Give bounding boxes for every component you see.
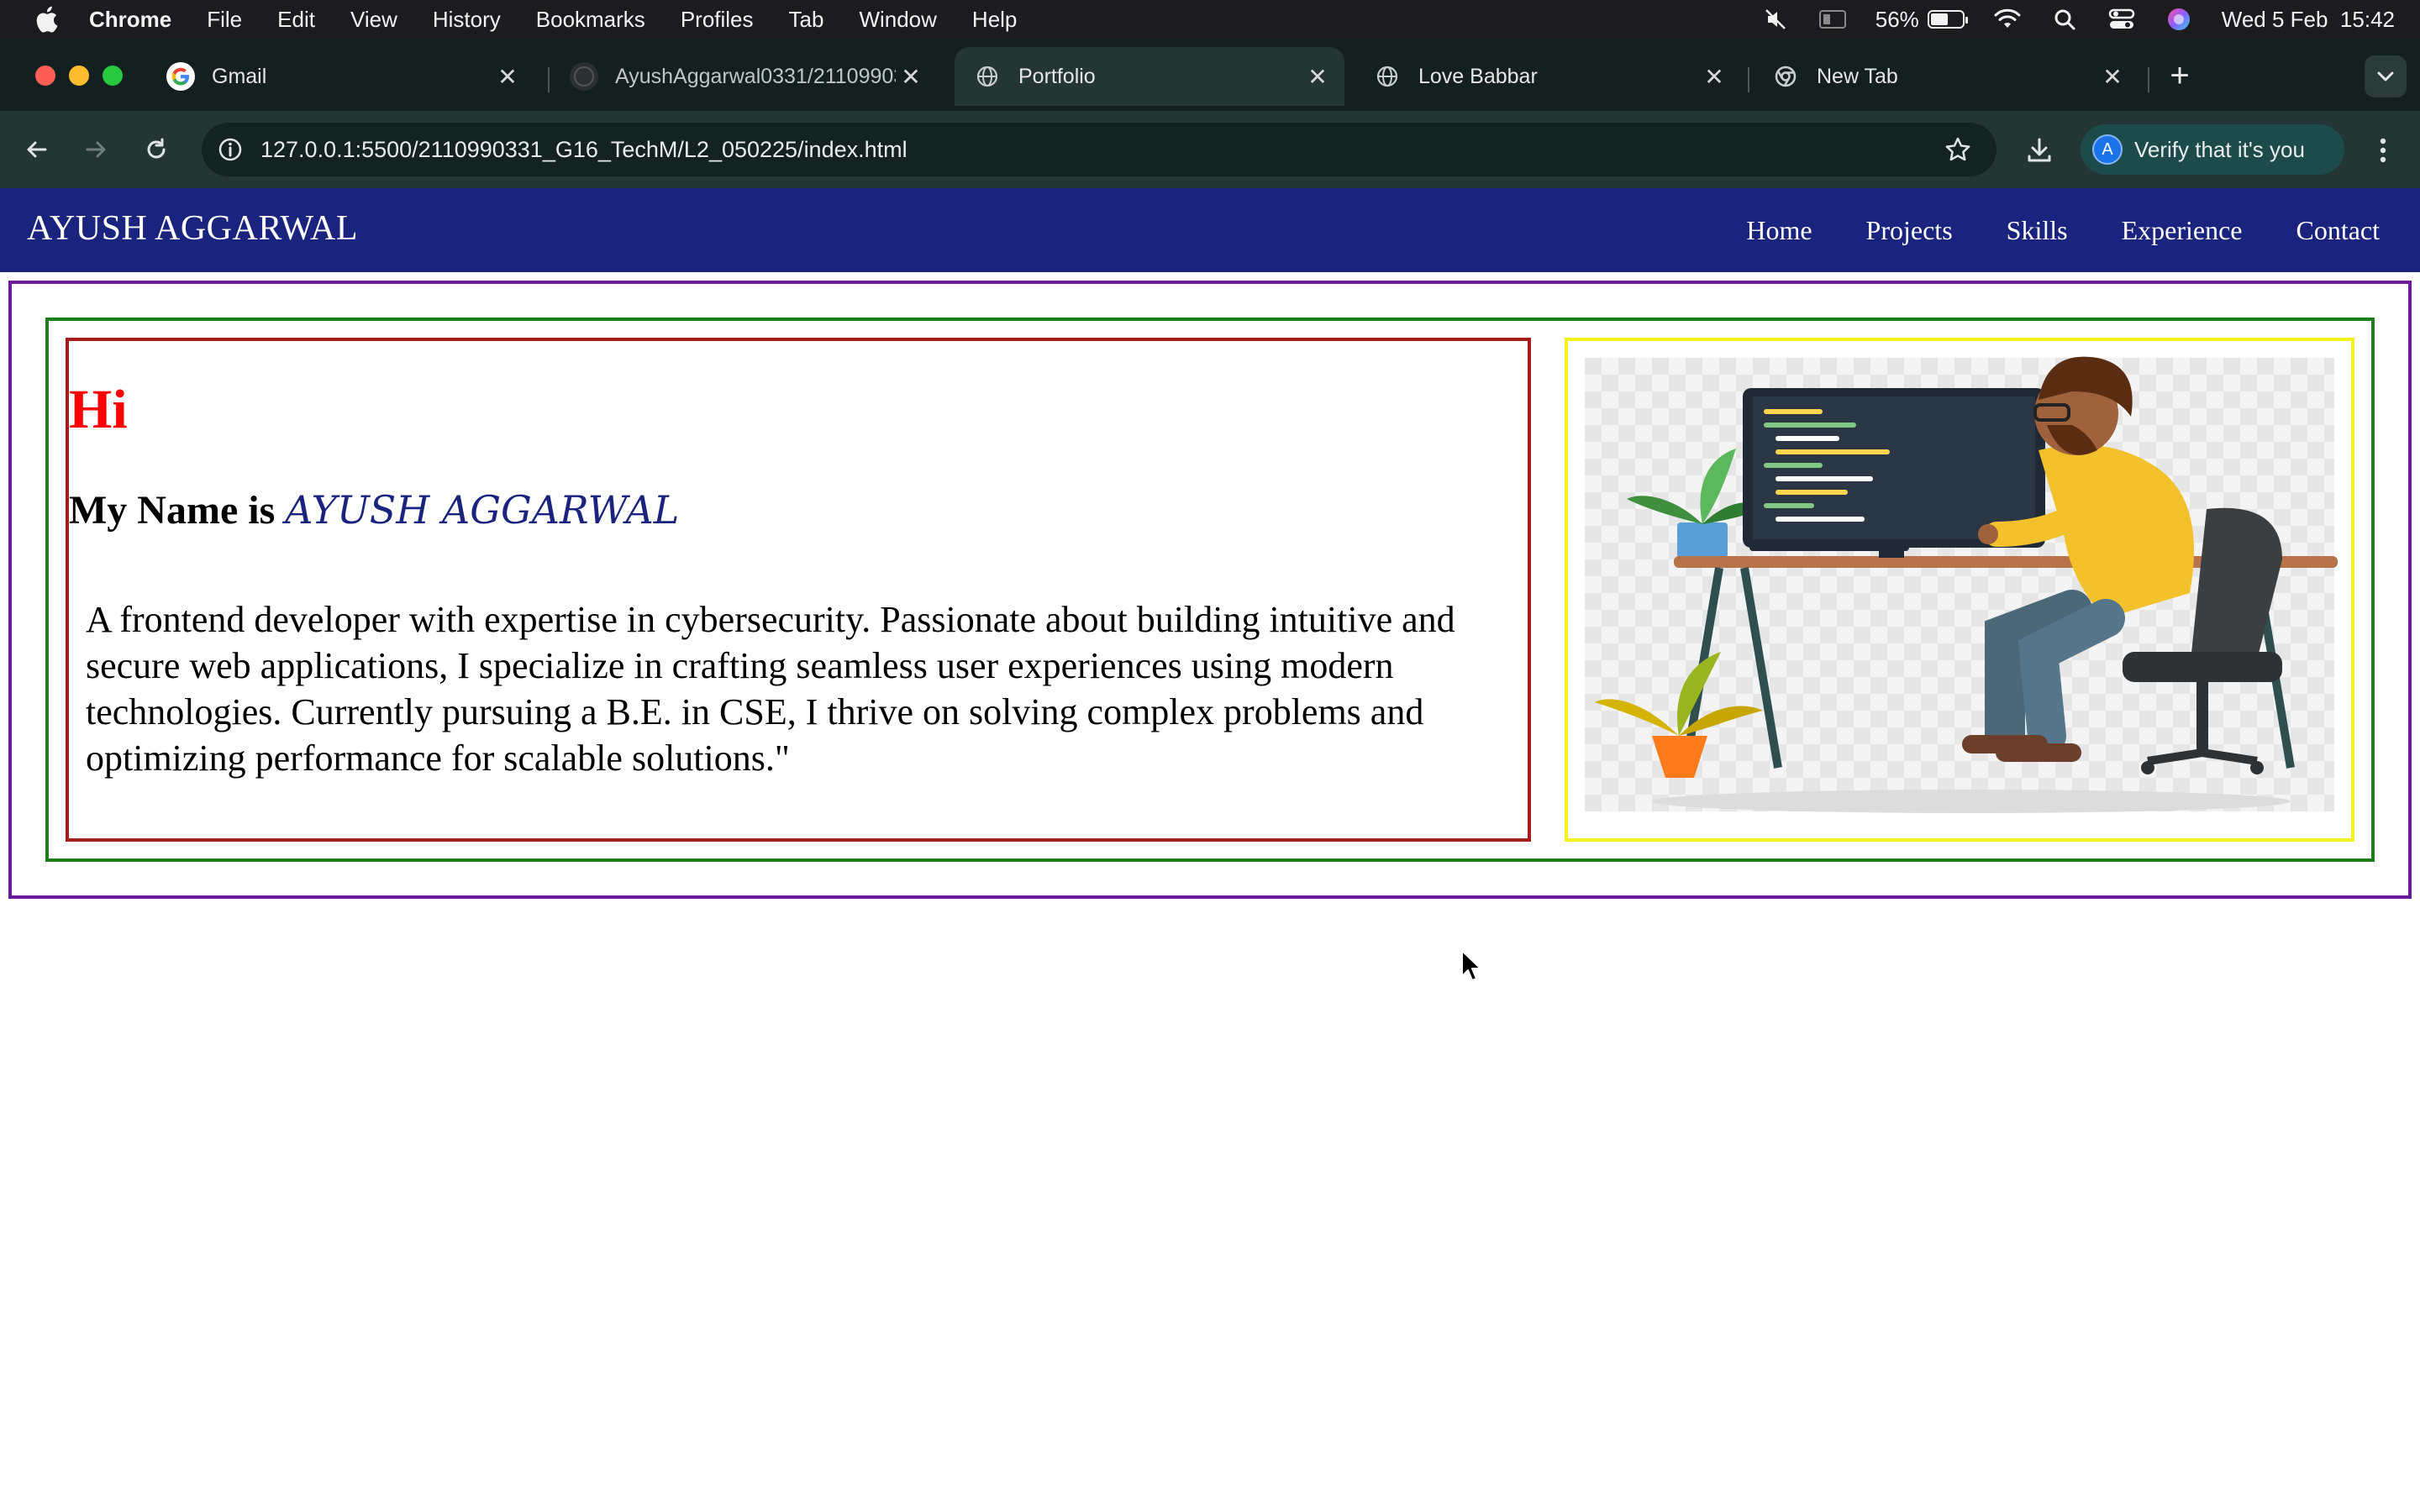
menu-help[interactable]: Help — [972, 7, 1017, 33]
menu-tab[interactable]: Tab — [789, 7, 824, 33]
tab-portfolio[interactable]: Portfolio ✕ — [955, 47, 1344, 106]
battery-status[interactable]: 56% — [1875, 6, 1968, 33]
avatar: A — [2092, 134, 2123, 165]
siri-icon[interactable] — [2165, 7, 2193, 32]
tab-title: Love Babbar — [1418, 64, 1538, 88]
tab-title: AyushAggarwal0331/2110990331_G16_TechM — [615, 64, 896, 88]
menu-view[interactable]: View — [350, 7, 397, 33]
globe-icon — [1373, 62, 1402, 91]
minimize-window-button[interactable] — [69, 66, 89, 86]
battery-percent: 56% — [1875, 6, 1919, 32]
clock[interactable]: Wed 5 Feb 15:42 — [2222, 7, 2395, 33]
menu-file[interactable]: File — [207, 7, 242, 33]
menu-bookmarks[interactable]: Bookmarks — [536, 7, 645, 33]
tab-title: Gmail — [212, 64, 267, 88]
nav-link-home[interactable]: Home — [1746, 215, 1812, 246]
menu-profiles[interactable]: Profiles — [681, 7, 754, 33]
nav-link-projects[interactable]: Projects — [1866, 215, 1953, 246]
nav-link-skills[interactable]: Skills — [2007, 215, 2068, 246]
tab-separator — [1748, 67, 1749, 92]
wifi-icon[interactable] — [1993, 7, 2022, 32]
name-highlight: AYUSH AGGARWAL — [285, 487, 680, 533]
tab-separator — [2148, 67, 2149, 92]
address-bar[interactable]: 127.0.0.1:5500/2110990331_G16_TechM/L2_0… — [202, 123, 1996, 176]
new-tab-plus-icon[interactable]: + — [2161, 57, 2198, 94]
developer-at-desk-illustration — [1585, 356, 2338, 813]
zoom-window-button[interactable] — [103, 66, 123, 86]
close-tab-icon[interactable]: ✕ — [1302, 61, 1333, 92]
site-info-icon[interactable] — [213, 133, 247, 166]
web-page: AYUSH AGGARWAL Home Projects Skills Expe… — [0, 188, 2420, 1512]
close-window-button[interactable] — [35, 66, 55, 86]
download-icon[interactable] — [2018, 129, 2060, 171]
spotlight-search-icon[interactable] — [2050, 7, 2079, 32]
name-heading: My Name is AYUSH AGGARWAL — [69, 487, 679, 533]
macos-menu-bar: Chrome File Edit View History Bookmarks … — [0, 0, 2420, 39]
verify-identity-button[interactable]: A Verify that it's you — [2081, 124, 2344, 175]
menu-window[interactable]: Window — [859, 7, 936, 33]
nav-link-contact[interactable]: Contact — [2296, 215, 2380, 246]
site-nav-links: Home Projects Skills Experience Contact — [1746, 188, 2380, 272]
close-tab-icon[interactable]: ✕ — [492, 61, 523, 92]
tab-strip: Gmail ✕ AyushAggarwal0331/2110990331_G16… — [0, 39, 2420, 111]
close-tab-icon[interactable]: ✕ — [2097, 61, 2128, 92]
forward-arrow-icon[interactable] — [74, 128, 118, 171]
menu-edit[interactable]: Edit — [277, 7, 315, 33]
menu-app-name[interactable]: Chrome — [89, 7, 171, 33]
browser-toolbar: 127.0.0.1:5500/2110990331_G16_TechM/L2_0… — [0, 111, 2420, 188]
chrome-icon — [1771, 62, 1800, 91]
tab-title: New Tab — [1817, 64, 1898, 88]
control-center-icon[interactable] — [2107, 7, 2136, 32]
display-mirror-icon[interactable] — [1818, 7, 1847, 32]
more-menu-icon[interactable] — [2368, 129, 2398, 171]
tab-title: Portfolio — [1018, 64, 1096, 88]
developer-illustration — [1565, 338, 2354, 842]
battery-icon — [1927, 10, 1968, 29]
intro-text-box: Hi My Name is AYUSH AGGARWAL A frontend … — [66, 338, 1531, 842]
globe-icon — [973, 62, 1002, 91]
tab-love-babbar[interactable]: Love Babbar ✕ — [1355, 47, 1741, 106]
name-prefix: My Name is — [69, 488, 276, 533]
greeting-heading: Hi — [69, 379, 128, 440]
bookmark-star-icon[interactable] — [1941, 133, 1975, 166]
verify-label: Verify that it's you — [2134, 136, 2305, 162]
window-controls — [35, 66, 123, 86]
mouse-cursor-icon — [1460, 949, 1482, 983]
tab-github-repo[interactable]: AyushAggarwal0331/2110990331_G16_TechM ✕ — [551, 47, 938, 106]
menu-history[interactable]: History — [433, 7, 501, 33]
reload-icon[interactable] — [134, 128, 178, 171]
tab-search-chevron-icon[interactable] — [2365, 55, 2407, 97]
github-icon — [570, 62, 598, 91]
close-tab-icon[interactable]: ✕ — [896, 61, 926, 92]
tab-new-tab[interactable]: New Tab ✕ — [1753, 47, 2139, 106]
mute-icon[interactable] — [1761, 7, 1790, 32]
close-tab-icon[interactable]: ✕ — [1699, 61, 1729, 92]
tab-separator — [548, 67, 550, 92]
apple-icon[interactable] — [32, 5, 60, 34]
google-icon — [166, 62, 195, 91]
site-brand[interactable]: AYUSH AGGARWAL — [27, 208, 358, 249]
site-navbar: AYUSH AGGARWAL Home Projects Skills Expe… — [0, 188, 2420, 272]
nav-link-experience[interactable]: Experience — [2122, 215, 2243, 246]
bio-paragraph: A frontend developer with expertise in c… — [86, 599, 1455, 779]
url-text[interactable]: 127.0.0.1:5500/2110990331_G16_TechM/L2_0… — [260, 137, 908, 163]
tab-gmail[interactable]: Gmail ✕ — [148, 47, 534, 106]
back-arrow-icon[interactable] — [15, 128, 59, 171]
